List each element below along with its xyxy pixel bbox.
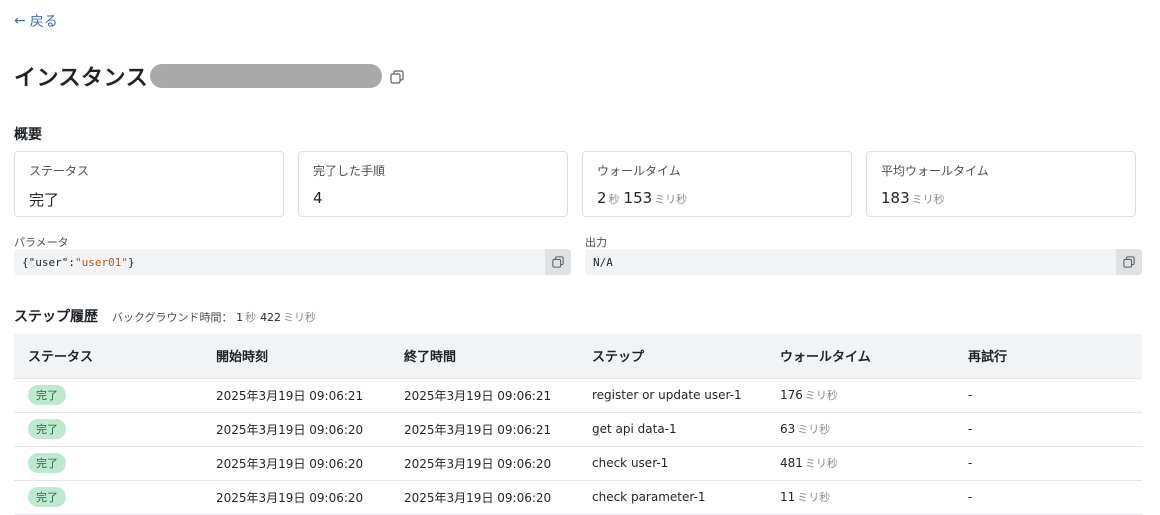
end-cell: 2025年3月19日 09:06:20 <box>390 445 578 480</box>
parameters-box: {"user": "user01"} <box>14 249 571 275</box>
start-cell: 2025年3月19日 09:06:20 <box>202 411 390 446</box>
back-label: 戻る <box>29 14 58 30</box>
column-header-status[interactable]: ステータス <box>14 334 202 378</box>
status-badge: 完了 <box>28 453 66 473</box>
avg-walltime-card: 平均ウォールタイム 183 ミリ秒 <box>866 151 1136 217</box>
output-value: N/A <box>593 255 613 269</box>
bg-time-ms: 422 <box>260 311 282 324</box>
table-row[interactable]: 完了 2025年3月19日 09:06:20 2025年3月19日 09:06:… <box>14 445 1142 480</box>
card-label: 平均ウォールタイム <box>881 164 989 178</box>
json-string: "user01" <box>74 255 128 269</box>
redacted-instance-id <box>150 64 383 88</box>
walltime-unit: ミリ秒 <box>797 423 831 436</box>
table-row[interactable]: 完了 2025年3月19日 09:06:20 2025年3月19日 09:06:… <box>14 411 1142 446</box>
copy-icon[interactable] <box>1116 249 1142 275</box>
status-cell: 完了 <box>14 479 202 515</box>
column-header-retry[interactable]: 再試行 <box>954 334 1142 378</box>
status-cell: 完了 <box>14 445 202 480</box>
json-key: {"user": <box>22 255 75 269</box>
steps-table: ステータス 開始時刻 終了時間 ステップ ウォールタイム 再試行 完了 2025… <box>14 334 1142 515</box>
walltime-seconds: 2 <box>597 189 607 207</box>
parameters-label: パラメータ <box>14 236 69 249</box>
status-cell: 完了 <box>14 377 202 412</box>
retry-cell: - <box>954 411 1142 446</box>
bg-time-sec: 1 <box>236 311 244 324</box>
unit-seconds: 秒 <box>608 193 620 206</box>
walltime-value: 481 <box>780 456 803 470</box>
card-value: 完了 <box>29 191 60 209</box>
completed-steps-card: 完了した手順 4 <box>298 151 568 217</box>
unit-ms: ミリ秒 <box>911 193 945 206</box>
steps-header: ステップ履歴 バックグラウンド時間： 1 秒 422 ミリ秒 <box>14 306 320 326</box>
walltime-card: ウォールタイム 2 秒 153 ミリ秒 <box>582 151 852 217</box>
title-row: インスタンス <box>14 60 404 92</box>
step-cell: check user-1 <box>578 445 766 480</box>
status-cell: 完了 <box>14 411 202 446</box>
status-badge: 完了 <box>28 385 66 405</box>
card-label: ウォールタイム <box>597 164 681 178</box>
walltime-value: 63 <box>780 422 796 436</box>
end-cell: 2025年3月19日 09:06:20 <box>390 479 578 515</box>
retry-cell: - <box>954 445 1142 480</box>
walltime-ms: 153 <box>623 189 653 207</box>
overview-cards: ステータス 完了 完了した手順 4 ウォールタイム 2 秒 153 ミリ秒 平均ウォー… <box>14 151 1136 217</box>
bg-time-label: バックグラウンド時間： <box>112 311 233 324</box>
column-header-start[interactable]: 開始時刻 <box>202 334 390 378</box>
status-badge: 完了 <box>28 419 66 439</box>
step-cell: get api data-1 <box>578 411 766 446</box>
card-value: 2 秒 153 ミリ秒 <box>597 189 837 207</box>
copy-icon[interactable] <box>390 69 404 84</box>
page-title: インスタンス <box>14 66 149 91</box>
status-badge: 完了 <box>28 487 66 507</box>
card-label: ステータス <box>29 164 90 178</box>
start-cell: 2025年3月19日 09:06:20 <box>202 479 390 515</box>
walltime-cell: 63 ミリ秒 <box>766 411 954 446</box>
walltime-value: 11 <box>780 490 796 504</box>
column-header-step[interactable]: ステップ <box>578 334 766 378</box>
output-label: 出力 <box>585 236 607 249</box>
walltime-value: 176 <box>780 388 803 402</box>
output-box: N/A <box>585 249 1142 275</box>
card-value: 183 ミリ秒 <box>881 189 1121 207</box>
back-link[interactable]: ← 戻る <box>14 11 58 31</box>
step-cell: check parameter-1 <box>578 479 766 515</box>
walltime-cell: 11 ミリ秒 <box>766 479 954 515</box>
start-cell: 2025年3月19日 09:06:20 <box>202 445 390 480</box>
walltime-unit: ミリ秒 <box>804 457 838 470</box>
table-row[interactable]: 完了 2025年3月19日 09:06:21 2025年3月19日 09:06:… <box>14 377 1142 412</box>
column-header-end[interactable]: 終了時間 <box>390 334 578 378</box>
walltime-unit: ミリ秒 <box>804 389 838 402</box>
start-cell: 2025年3月19日 09:06:21 <box>202 377 390 412</box>
walltime-unit: ミリ秒 <box>797 491 831 504</box>
retry-cell: - <box>954 377 1142 412</box>
background-time: バックグラウンド時間： 1 秒 422 ミリ秒 <box>112 309 320 325</box>
column-header-walltime[interactable]: ウォールタイム <box>766 334 954 378</box>
bg-time-ms-unit: ミリ秒 <box>283 311 317 324</box>
steps-title: ステップ履歴 <box>14 309 98 325</box>
arrow-left-icon: ← <box>14 13 26 29</box>
table-header-row: ステータス 開始時刻 終了時間 ステップ ウォールタイム 再試行 <box>14 334 1142 378</box>
end-cell: 2025年3月19日 09:06:21 <box>390 411 578 446</box>
walltime-cell: 176 ミリ秒 <box>766 377 954 412</box>
unit-ms: ミリ秒 <box>654 193 688 206</box>
bg-time-sec-unit: 秒 <box>245 311 257 324</box>
status-card: ステータス 完了 <box>14 151 284 217</box>
avg-walltime-ms: 183 <box>881 189 910 207</box>
json-close: } <box>127 255 135 269</box>
overview-section-label: 概要 <box>14 127 42 143</box>
card-value: 4 <box>313 189 323 207</box>
end-cell: 2025年3月19日 09:06:21 <box>390 377 578 412</box>
step-cell: register or update user-1 <box>578 377 766 412</box>
retry-cell: - <box>954 479 1142 515</box>
card-label: 完了した手順 <box>313 164 386 178</box>
copy-icon[interactable] <box>545 249 571 275</box>
walltime-cell: 481 ミリ秒 <box>766 445 954 480</box>
table-row[interactable]: 完了 2025年3月19日 09:06:20 2025年3月19日 09:06:… <box>14 479 1142 515</box>
